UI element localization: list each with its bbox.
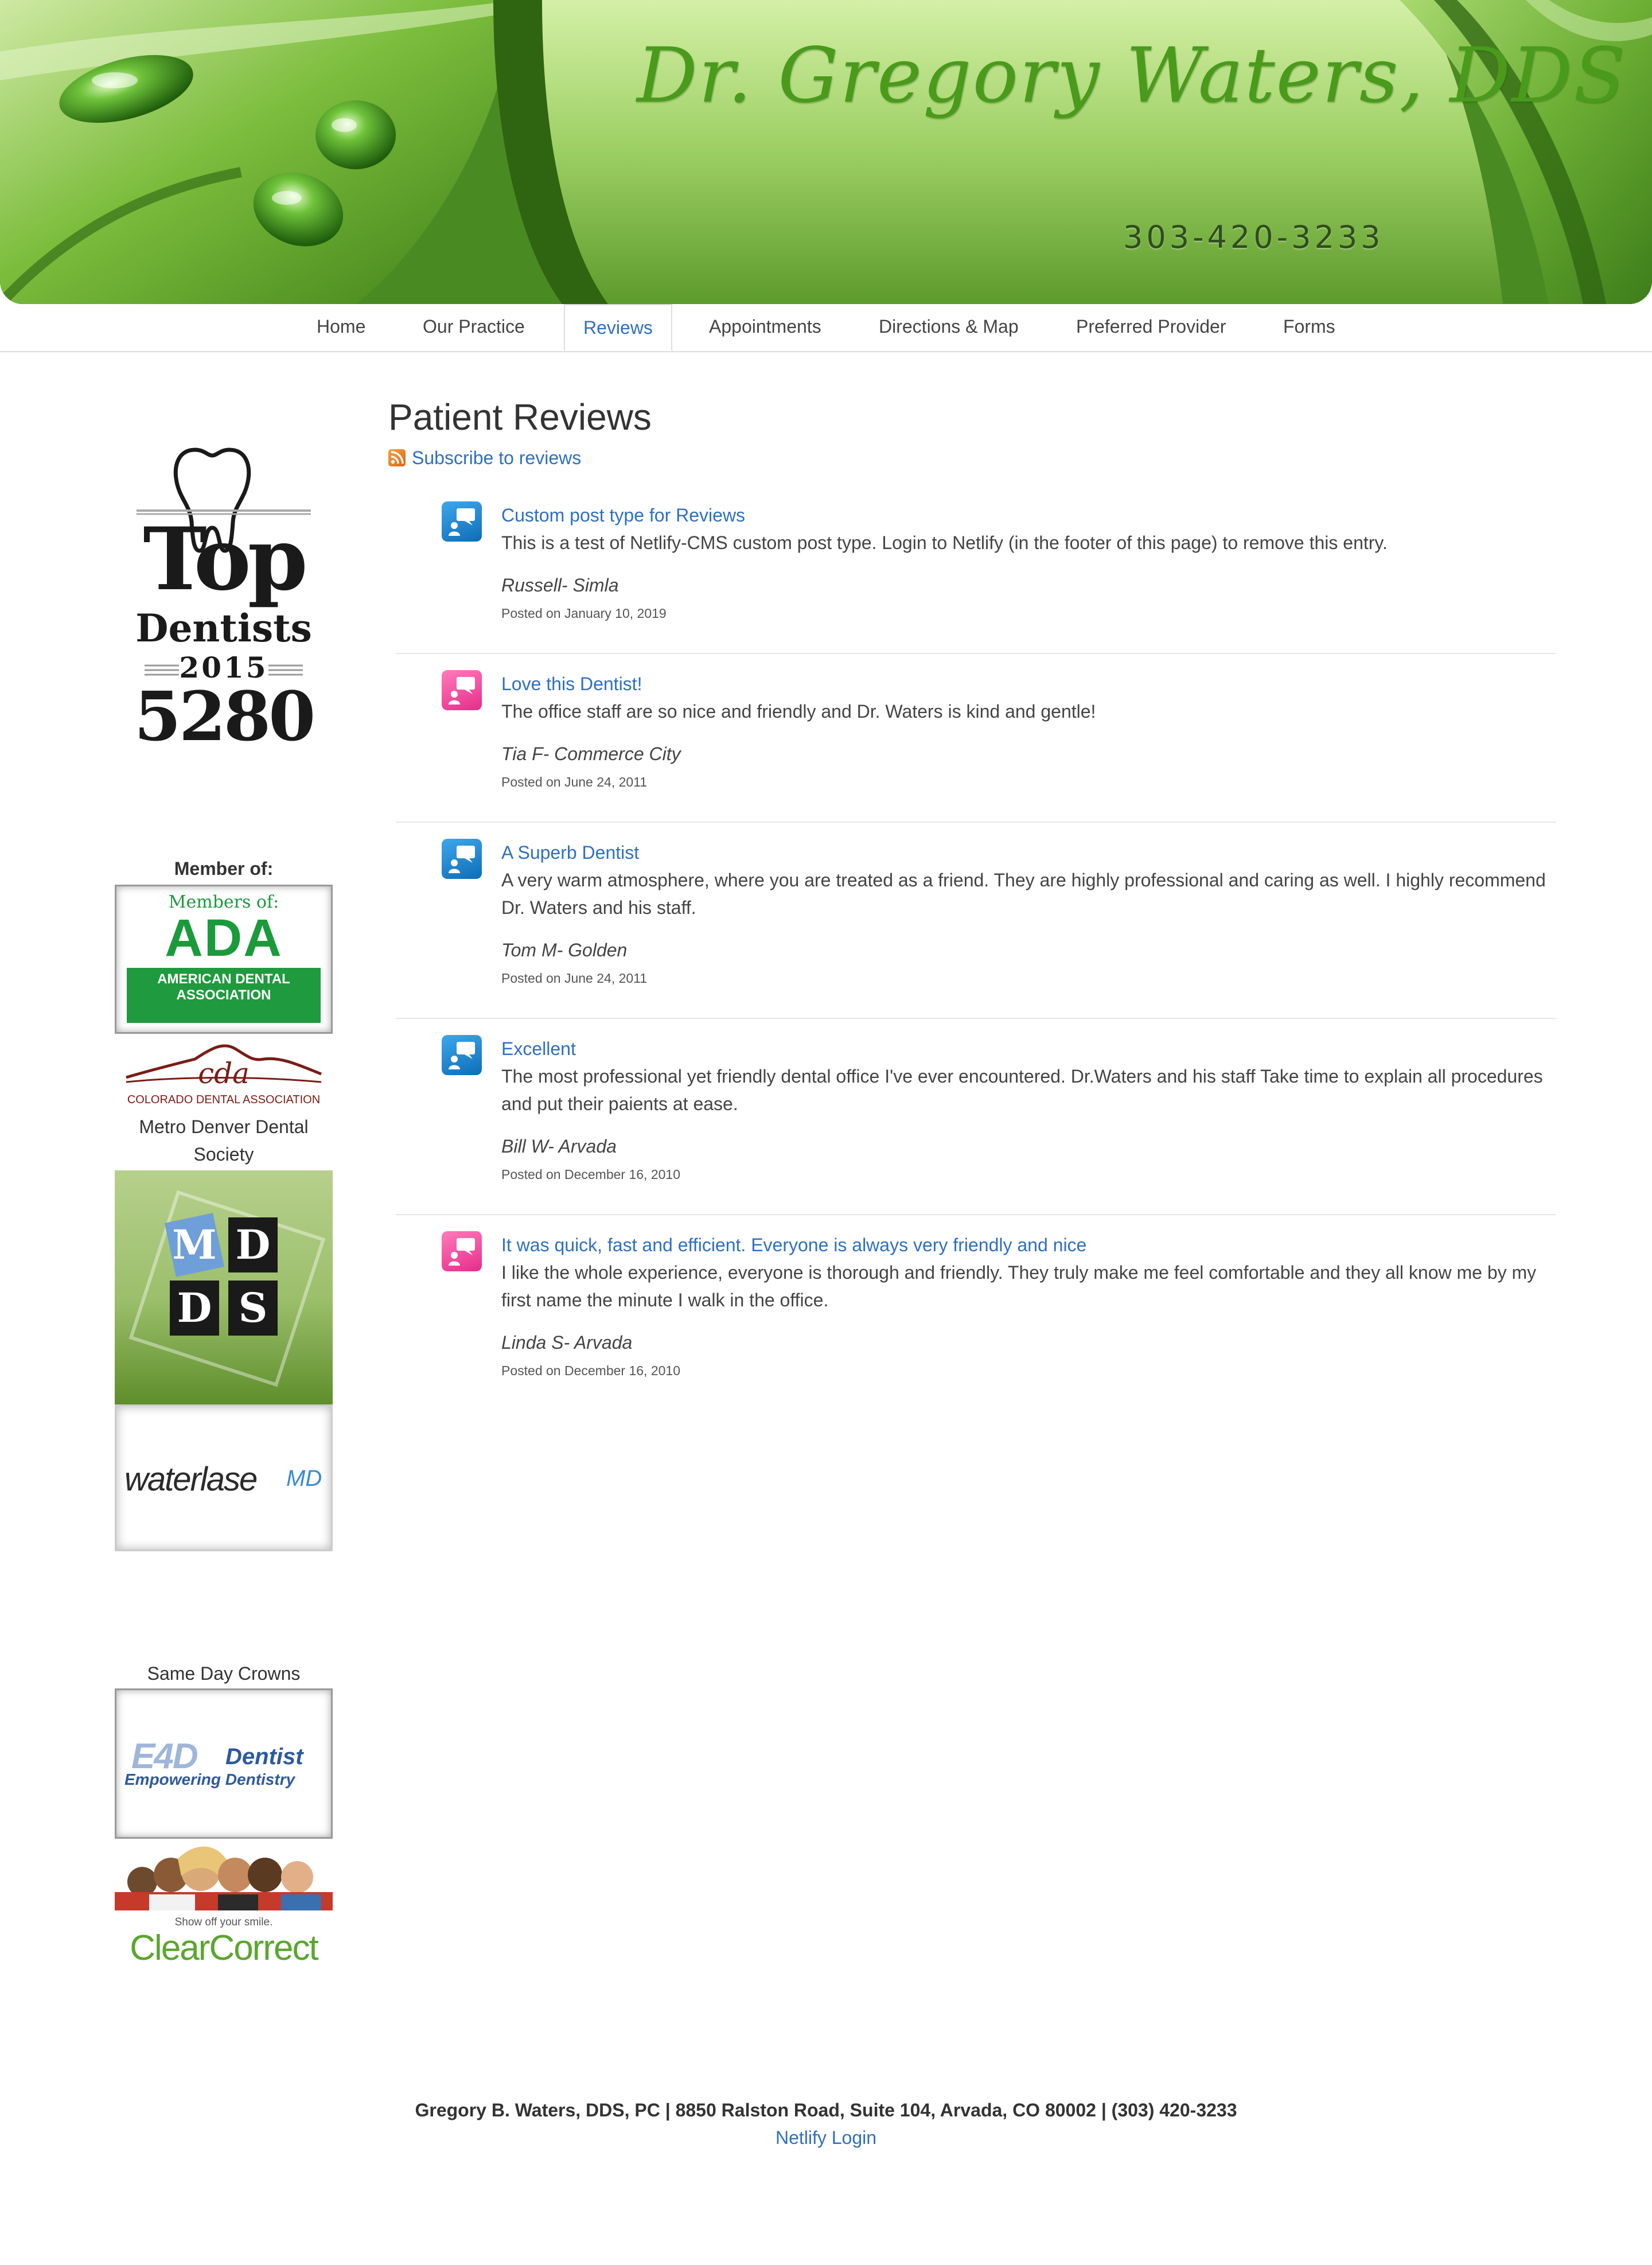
review-divider	[396, 1214, 1556, 1215]
top-dentists-top: Top	[143, 509, 307, 610]
ada-line4: ASSOCIATION	[176, 987, 271, 1003]
review-item: A Superb Dentist A very warm atmosphere,…	[396, 839, 1556, 1011]
header-phone: 303-420-3233	[1123, 219, 1384, 255]
review-title[interactable]: A Superb Dentist	[501, 839, 639, 866]
clearcorrect-logo[interactable]: Show off your smile. ClearCorrect	[115, 1842, 333, 1968]
mdds-label: Metro Denver Dental Society	[139, 1116, 309, 1165]
page-title: Patient Reviews	[388, 396, 652, 438]
rss-icon[interactable]	[388, 449, 406, 466]
review-chat-icon	[442, 1231, 482, 1271]
same-day-crowns-label: Same Day Crowns	[147, 1663, 301, 1684]
review-title[interactable]: Excellent	[501, 1035, 576, 1063]
mdds-letter-d2: D	[170, 1281, 219, 1336]
subscribe-link[interactable]: Subscribe to reviews	[412, 447, 581, 469]
review-divider	[396, 1018, 1556, 1019]
review-item: Love this Dentist! The office staff are …	[396, 670, 1556, 819]
nav-preferred-provider[interactable]: Preferred Provider	[1076, 304, 1226, 351]
review-author: Tom M- Golden	[501, 940, 628, 960]
review-date: Posted on January 10, 2019	[501, 606, 667, 621]
cda-name: COLORADO DENTAL ASSOCIATION	[127, 1093, 321, 1106]
e4d-logo[interactable]: E4D Dentist Empowering Dentistry	[115, 1688, 333, 1839]
review-date: Posted on December 16, 2010	[501, 1167, 680, 1182]
review-author: Russell- Simla	[501, 575, 619, 596]
ada-line3: AMERICAN DENTAL	[157, 971, 290, 987]
review-author: Bill W- Arvada	[501, 1136, 617, 1157]
top-dentists-badge: Top Dentists 2015 5280	[133, 442, 315, 756]
nav-reviews[interactable]: Reviews	[564, 304, 672, 351]
review-divider	[396, 822, 1556, 823]
review-title[interactable]: Custom post type for Reviews	[501, 501, 745, 529]
site-title: Dr. Gregory Waters, DDS	[637, 32, 1627, 120]
mdds-frame	[128, 1190, 326, 1387]
review-body: The most professional yet friendly denta…	[501, 1066, 1543, 1114]
waterlase-logo[interactable]: waterlase MD	[115, 1404, 333, 1551]
waterlase-suffix: MD	[286, 1466, 322, 1491]
nav-home[interactable]: Home	[317, 304, 365, 351]
review-item: It was quick, fast and efficient. Everyo…	[396, 1231, 1556, 1403]
nav-directions-map[interactable]: Directions & Map	[879, 304, 1019, 351]
review-body: This is a test of Netlify-CMS custom pos…	[501, 532, 1388, 553]
review-item: Custom post type for Reviews This is a t…	[396, 501, 1556, 651]
cda-logo[interactable]: cda COLORADO DENTAL ASSOCIATION	[115, 1036, 333, 1111]
ada-logo[interactable]: Members of: ADA AMERICAN DENTAL ASSOCIAT…	[115, 885, 333, 1034]
review-divider	[396, 653, 1556, 654]
nav-our-practice[interactable]: Our Practice	[423, 304, 525, 351]
waterlase-brand: waterlase	[124, 1461, 258, 1498]
mdds-logo[interactable]: M D D S	[115, 1170, 333, 1404]
review-title[interactable]: Love this Dentist!	[501, 670, 642, 698]
clearcorrect-brand: ClearCorrect	[130, 1928, 318, 1968]
top-dentists-dentists: Dentists	[135, 606, 312, 651]
review-date: Posted on June 24, 2011	[501, 971, 648, 986]
review-chat-icon	[442, 1035, 482, 1075]
main-nav: Home Our Practice Reviews Appointments D…	[0, 304, 1652, 352]
nav-appointments[interactable]: Appointments	[709, 304, 821, 351]
review-title[interactable]: It was quick, fast and efficient. Everyo…	[501, 1231, 1086, 1259]
review-chat-icon	[442, 839, 482, 879]
footer-address: Gregory B. Waters, DDS, PC | 8850 Ralsto…	[415, 2100, 1237, 2120]
review-chat-icon	[442, 501, 482, 542]
review-body: A very warm atmosphere, where you are tr…	[501, 870, 1546, 918]
review-author: Tia F- Commerce City	[501, 744, 681, 764]
review-body: I like the whole experience, everyone is…	[501, 1262, 1537, 1310]
review-author: Linda S- Arvada	[501, 1332, 633, 1353]
top-dentists-5280: 5280	[134, 676, 315, 756]
header-banner: Dr. Gregory Waters, DDS 303-420-3233	[0, 0, 1652, 304]
mdds-letter-s: S	[228, 1281, 278, 1336]
review-body: The office staff are so nice and friendl…	[501, 701, 1096, 722]
mdds-letter-d1: D	[228, 1217, 278, 1272]
e4d-word: Dentist	[225, 1744, 303, 1769]
review-chat-icon	[442, 670, 482, 710]
e4d-tagline: Empowering Dentistry	[124, 1770, 295, 1788]
nav-forms[interactable]: Forms	[1283, 304, 1335, 351]
ada-letters: ADA	[165, 909, 283, 967]
smiling-people-image	[115, 1846, 333, 1910]
review-date: Posted on December 16, 2010	[501, 1363, 680, 1378]
netlify-login-link[interactable]: Netlify Login	[0, 2127, 1652, 2149]
mdds-letter-m: M	[172, 1221, 217, 1268]
review-date: Posted on June 24, 2011	[501, 775, 648, 789]
member-of-label: Member of:	[174, 858, 274, 879]
clearcorrect-tagline: Show off your smile.	[174, 1916, 273, 1928]
cda-abbr: cda	[198, 1057, 250, 1090]
review-item: Excellent The most professional yet frie…	[396, 1035, 1556, 1207]
